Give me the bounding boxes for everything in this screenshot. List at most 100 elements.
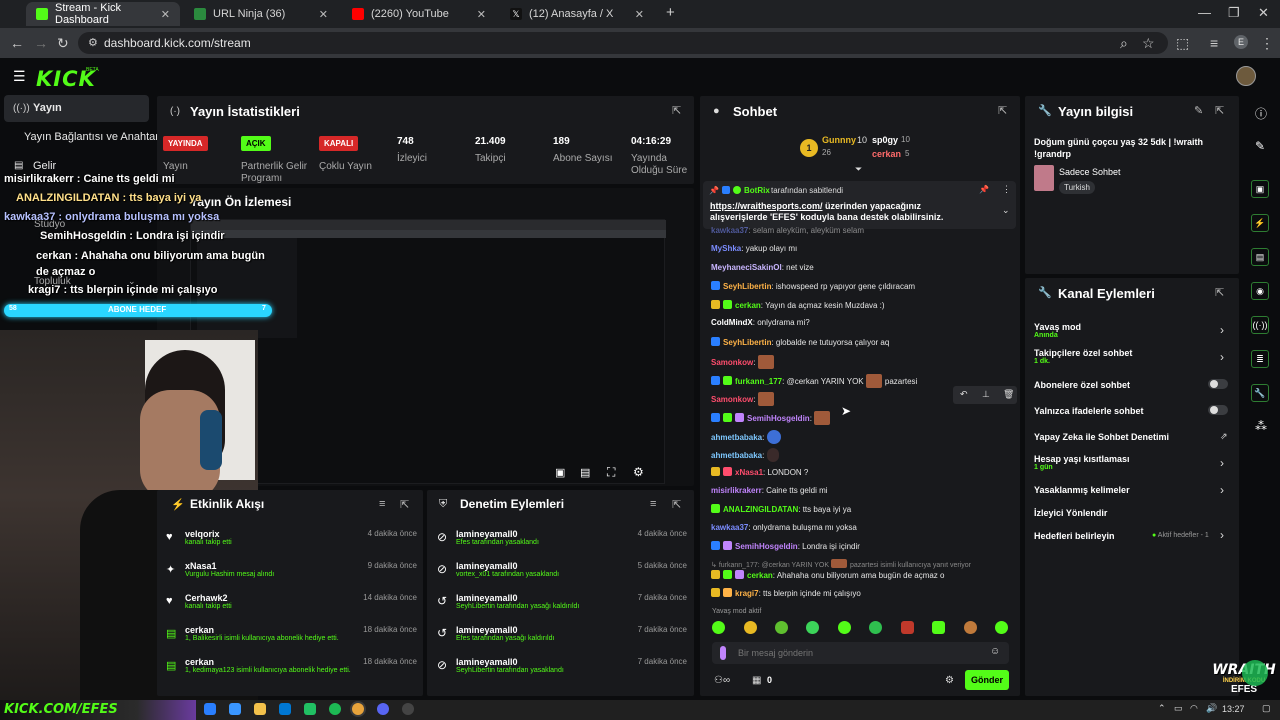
action-banned-words[interactable]: Yasaklanmış kelimeler	[1034, 485, 1130, 495]
chat-message[interactable]: ahmetbabaka:	[711, 430, 784, 444]
excel-icon[interactable]	[304, 703, 316, 715]
moderation-item[interactable]: lamineyamall0 Efes tarafından yasağı kal…	[456, 625, 687, 642]
leaderboard-name[interactable]: cerkan	[872, 149, 901, 159]
action-account-age[interactable]: Hesap yaşı kısıtlaması 1 gün	[1034, 454, 1130, 471]
chat-message[interactable]: SemihHosgeldin:	[711, 411, 833, 425]
chat-message[interactable]: misirlikrakerr: Caine tts geldi mi	[711, 486, 828, 495]
chat-message[interactable]: Samonkow:	[711, 392, 777, 406]
action-emotes-only[interactable]: Yalnızca ifadelerle sohbet	[1034, 406, 1144, 416]
chat-username[interactable]: ColdMindX	[711, 318, 753, 327]
chevron-right-icon[interactable]: ›	[1220, 483, 1224, 497]
points-icon[interactable]: ⚇∞	[714, 675, 730, 686]
spotify-icon[interactable]	[329, 703, 341, 715]
close-tab-icon[interactable]: ✕	[319, 8, 328, 21]
chat-reply-context[interactable]: ↳ furkann_177: @cerkan YARIN YOK pazarte…	[711, 559, 971, 569]
clock-time[interactable]: 13:27	[1222, 704, 1245, 714]
action-goals[interactable]: Hedefleri belirleyin	[1034, 531, 1115, 541]
browser-menu-icon[interactable]: ⋮	[1260, 35, 1274, 52]
forward-icon[interactable]: →	[34, 35, 48, 51]
list-icon[interactable]: ≣	[1251, 350, 1269, 368]
unpin-icon[interactable]: 📌	[979, 185, 989, 194]
chat-username[interactable]: MeyhaneciSakinOl	[711, 263, 782, 272]
pin-icon[interactable]: ⊥	[982, 389, 990, 400]
pinned-by-user[interactable]: BotRix	[744, 186, 770, 195]
chat-settings-icon[interactable]: ⚙	[945, 675, 954, 686]
pinned-more-icon[interactable]: ⋮	[1002, 184, 1011, 195]
hamburger-menu-icon[interactable]: ☰	[13, 68, 26, 85]
moderation-item[interactable]: lamineyamall0 Efes tarafından yasaklandı…	[456, 529, 687, 546]
filter-icon[interactable]: ≡	[379, 498, 385, 510]
chat-username[interactable]: ANALZINGILDATAN	[723, 505, 798, 514]
restore-icon[interactable]: ❐	[1228, 5, 1240, 21]
close-tab-icon[interactable]: ✕	[635, 8, 644, 21]
chat-message[interactable]: cerkan: Ahahaha onu biliyorum ama bugün …	[711, 570, 944, 580]
outlook-icon[interactable]	[279, 703, 291, 715]
close-window-icon[interactable]: ✕	[1258, 5, 1269, 21]
chat-message[interactable]: SemihHosgeldin: Londra işi içindir	[711, 541, 860, 551]
fullscreen-icon[interactable]: ⛶	[607, 465, 615, 480]
gift-icon[interactable]: ▦	[752, 675, 761, 686]
sidebar-item-gelir[interactable]: Gelir	[33, 160, 56, 172]
edit-pencil-icon[interactable]: ✎	[1255, 139, 1265, 153]
chat-username[interactable]: SeyhLibertin	[723, 282, 771, 291]
action-slow-mode[interactable]: Yavaş mod Anında	[1034, 322, 1081, 339]
emote-icon[interactable]	[869, 621, 882, 634]
info-icon[interactable]: ⓘ	[1255, 105, 1267, 122]
sidebar-item-stream-key[interactable]: Yayın Bağlantısı ve Anahtarı	[24, 131, 162, 143]
chat-username[interactable]: cerkan	[735, 301, 761, 310]
chat-username[interactable]: Samonkow	[711, 395, 753, 404]
browser-tab-kick[interactable]: Stream - Kick Dashboard ✕	[26, 2, 180, 26]
chat-message[interactable]: kragi7: tts blerpin içinde mi çalışıyo	[711, 588, 861, 598]
chat-username[interactable]: cerkan	[747, 571, 773, 580]
chat-message[interactable]: cerkan: Yayın da açmaz kesin Muzdava :)	[711, 300, 885, 310]
chat-message[interactable]: SeyhLibertin: globalde ne tutuyorsa çalı…	[711, 337, 889, 347]
close-tab-icon[interactable]: ✕	[477, 8, 486, 21]
back-icon[interactable]: ←	[10, 35, 24, 51]
emote-icon[interactable]	[901, 621, 914, 634]
chat-username[interactable]: xNasa1	[735, 468, 763, 477]
obs-icon[interactable]	[402, 703, 414, 715]
chat-message[interactable]: furkann_177: @cerkan YARIN YOK pazartesi	[711, 374, 917, 388]
reload-icon[interactable]: ↻	[57, 35, 69, 52]
wifi-icon[interactable]: ◠	[1190, 703, 1198, 714]
chat-message[interactable]: SeyhLibertin: ishowspeed rp yapıyor gene…	[711, 281, 915, 291]
new-tab-button[interactable]: +	[666, 4, 675, 21]
chat-message[interactable]: ANALZINGILDATAN: tts baya iyi ya	[711, 504, 851, 514]
activity-item[interactable]: xNasa1 Vurgulu Hashim mesaj alındı 9 dak…	[185, 561, 417, 578]
browser-tab-urlninja[interactable]: URL Ninja (36) ✕	[184, 2, 338, 26]
site-info-icon[interactable]: ⚙	[88, 36, 98, 49]
profile-avatar[interactable]: E	[1234, 35, 1248, 49]
activity-item[interactable]: Cerhawk2 kanalı takip etti 14 dakika önc…	[185, 593, 417, 610]
leaderboard-name[interactable]: sp0gy	[872, 135, 898, 145]
chat-message[interactable]: MeyhaneciSakinOl: net vize	[711, 263, 814, 272]
emote-icon[interactable]	[744, 621, 757, 634]
discord-icon[interactable]	[377, 703, 389, 715]
emote-icon[interactable]	[775, 621, 788, 634]
emoji-icon[interactable]: ☺	[990, 646, 1000, 657]
url-input[interactable]: dashboard.kick.com/stream	[78, 32, 1168, 54]
category-name[interactable]: Sadece Sohbet	[1059, 167, 1121, 177]
pinned-link[interactable]: https://wraithesports.com/	[710, 201, 823, 211]
chevron-right-icon[interactable]: ›	[1220, 456, 1224, 470]
network-icon[interactable]: ▭	[1174, 703, 1183, 714]
chat-username[interactable]: Samonkow	[711, 358, 753, 367]
activity-item[interactable]: velqorix kanalı takip etti 4 dakika önce	[185, 529, 417, 546]
category-thumbnail[interactable]	[1034, 165, 1054, 191]
chat-bubble-icon[interactable]: ◉	[1251, 282, 1269, 300]
emote-icon[interactable]	[932, 621, 945, 634]
chat-message[interactable]: kawkaa37: onlydrama buluşma mı yoksa	[711, 523, 857, 532]
delete-icon[interactable]: 🗑	[1003, 389, 1014, 400]
popout-icon[interactable]: ⇱	[672, 104, 681, 117]
leaderboard-expand-icon[interactable]: ⏷	[855, 164, 862, 175]
browser-tab-x[interactable]: 𝕏 (12) Anasayfa / X ✕	[500, 2, 654, 26]
chat-message-input[interactable]	[738, 645, 978, 661]
tray-chevron-icon[interactable]: ⌃	[1158, 703, 1166, 714]
emote-icon[interactable]	[995, 621, 1008, 634]
chat-username[interactable]: MyShka	[711, 244, 741, 253]
chat-message[interactable]: Samonkow:	[711, 355, 777, 369]
chat-username[interactable]: kawkaa37	[711, 523, 748, 532]
emotes-only-toggle[interactable]	[1208, 405, 1228, 415]
close-tab-icon[interactable]: ✕	[161, 8, 170, 21]
minimize-icon[interactable]: —	[1198, 5, 1211, 20]
chat-username[interactable]: ahmetbabaka	[711, 433, 762, 442]
